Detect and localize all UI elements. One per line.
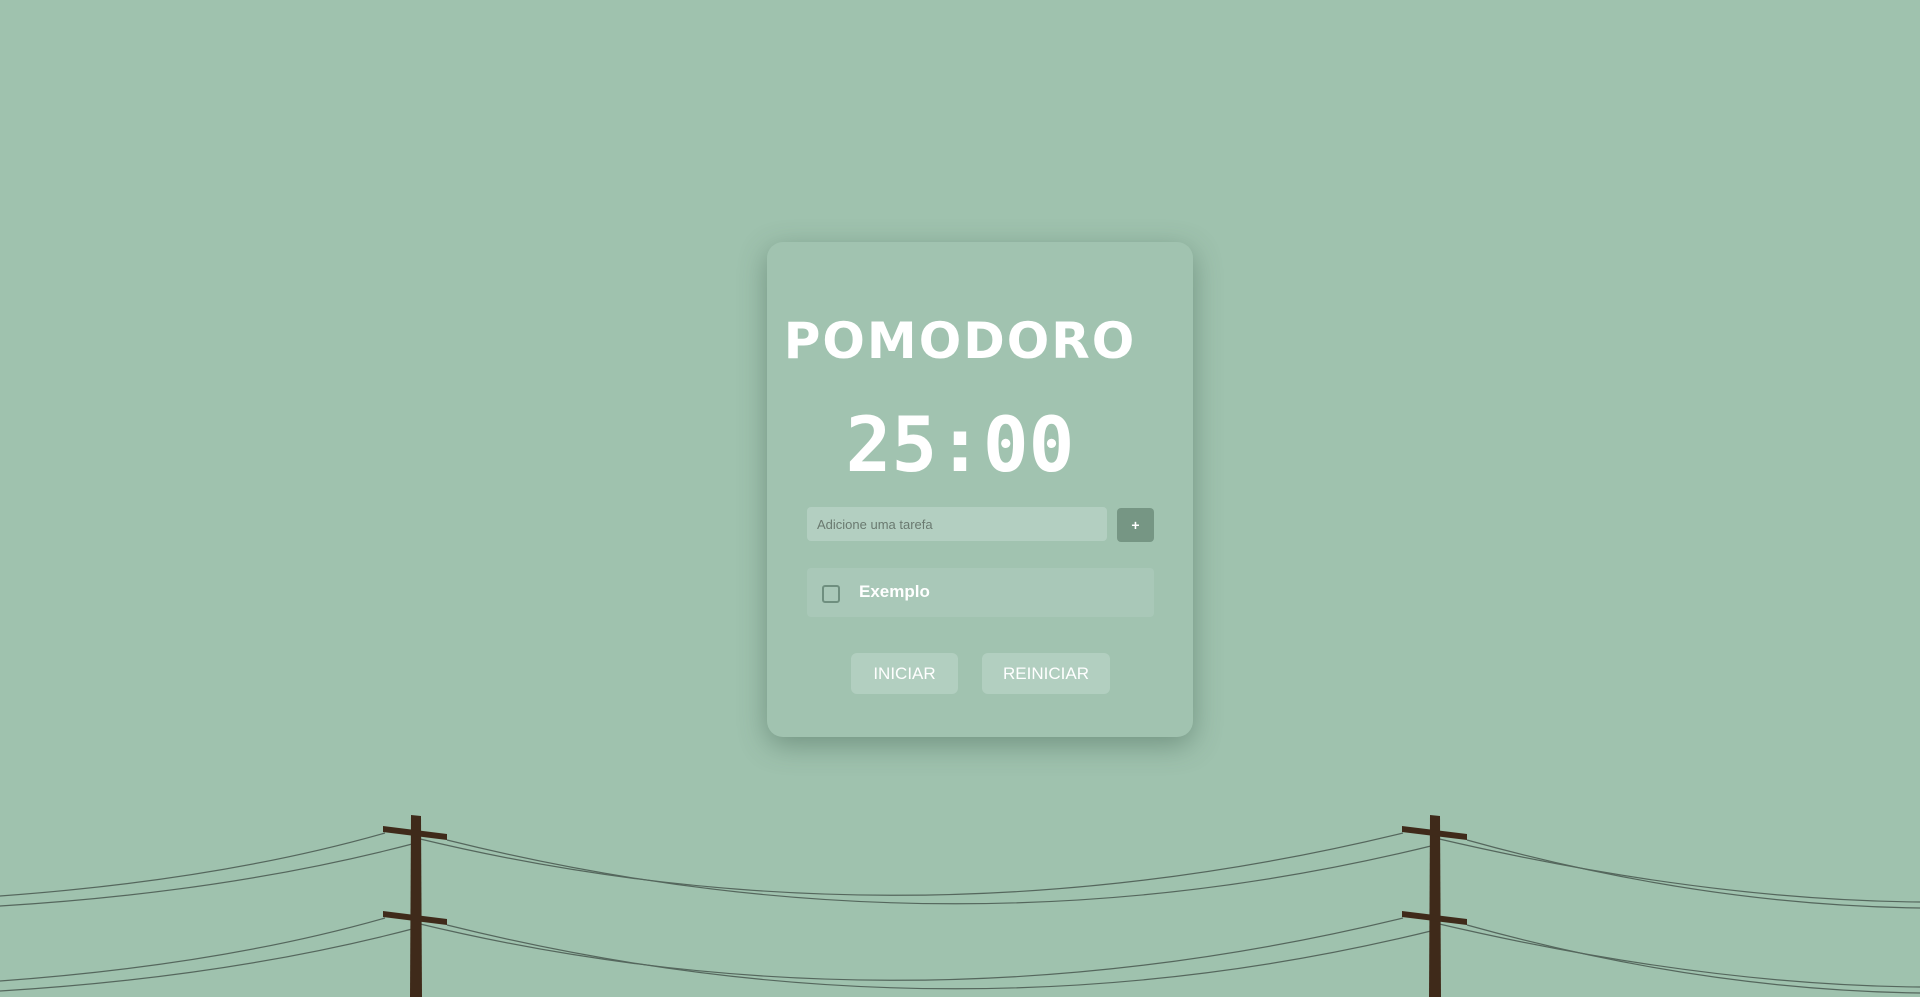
utility-pole-left — [383, 815, 447, 997]
start-button[interactable]: INICIAR — [851, 653, 958, 694]
task-input[interactable] — [807, 507, 1107, 541]
timer-display: 25:00 — [845, 400, 1075, 489]
reset-button[interactable]: REINICIAR — [982, 653, 1110, 694]
task-label: Exemplo — [859, 582, 930, 601]
app-title: POMODORO — [783, 312, 1137, 370]
utility-pole-right — [1402, 815, 1467, 997]
task-checkbox[interactable] — [822, 585, 840, 603]
add-task-button[interactable]: + — [1117, 508, 1154, 542]
wires — [0, 832, 1920, 994]
task-item: Exemplo — [807, 568, 1154, 617]
